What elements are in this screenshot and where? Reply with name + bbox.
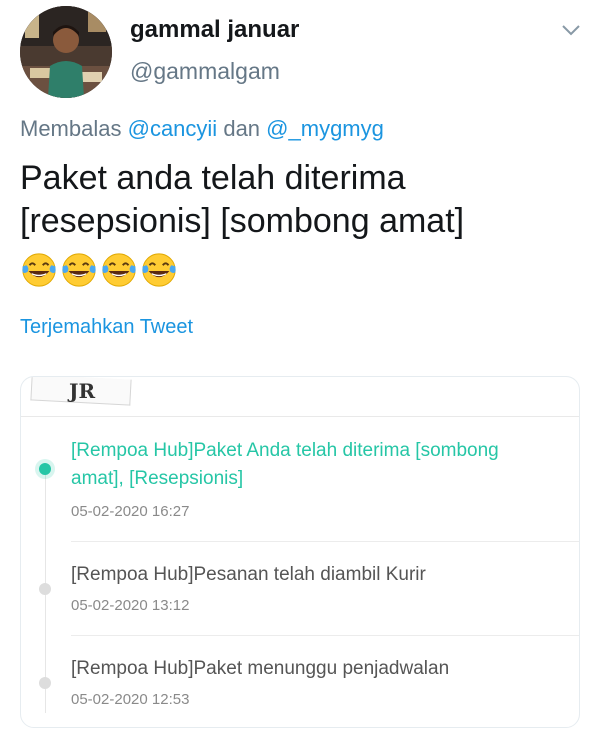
- embedded-screenshot-card[interactable]: JR [Rempoa Hub]Paket Anda telah diterima…: [20, 376, 580, 728]
- face-with-tears-of-joy-icon: [62, 253, 96, 287]
- timeline-dot: [39, 677, 51, 689]
- event-timestamp: 05-02-2020 13:12: [71, 597, 190, 614]
- reply-context: Membalas @cancyii dan @_mygmyg: [20, 116, 384, 142]
- event-message: [Rempoa Hub]Paket menunggu penjadwalan: [71, 658, 450, 679]
- user-handle[interactable]: @gammalgam: [130, 58, 280, 85]
- mention-link-2[interactable]: @_mygmyg: [266, 116, 384, 141]
- avatar-photo: [20, 6, 112, 98]
- timeline-dot-active: [39, 463, 51, 475]
- timeline-event-1: [Rempoa Hub]Paket Anda telah diterima [s…: [21, 433, 579, 543]
- face-with-tears-of-joy-icon: [22, 253, 56, 287]
- event-message: [Rempoa Hub]Pesanan telah diambil Kurir: [71, 564, 426, 585]
- reply-prefix: Membalas: [20, 116, 122, 141]
- event-timestamp: 05-02-2020 16:27: [71, 503, 190, 520]
- card-header: JR: [21, 377, 579, 417]
- card-logo-fragment: JR: [69, 379, 96, 403]
- timeline-event-2: [Rempoa Hub]Pesanan telah diambil Kurir …: [21, 547, 579, 637]
- face-with-tears-of-joy-icon: [102, 253, 136, 287]
- chevron-down-icon[interactable]: [560, 22, 582, 38]
- display-name[interactable]: gammal januar: [130, 16, 299, 44]
- reply-joiner: dan: [223, 116, 261, 141]
- avatar[interactable]: [20, 6, 112, 98]
- timeline-event-3: [Rempoa Hub]Paket menunggu penjadwalan 0…: [21, 641, 579, 727]
- face-with-tears-of-joy-icon: [142, 253, 176, 287]
- emoji-row: [20, 251, 178, 291]
- event-message: [Rempoa Hub]Paket Anda telah diterima [s…: [71, 440, 499, 489]
- event-divider: [71, 541, 579, 542]
- event-divider: [71, 635, 579, 636]
- timeline-dot: [39, 583, 51, 595]
- mention-link-1[interactable]: @cancyii: [128, 116, 218, 141]
- tweet-text: Paket anda telah diterima [resepsionis] …: [20, 159, 465, 240]
- translate-tweet-link[interactable]: Terjemahkan Tweet: [20, 316, 193, 339]
- event-timestamp: 05-02-2020 12:53: [71, 691, 190, 708]
